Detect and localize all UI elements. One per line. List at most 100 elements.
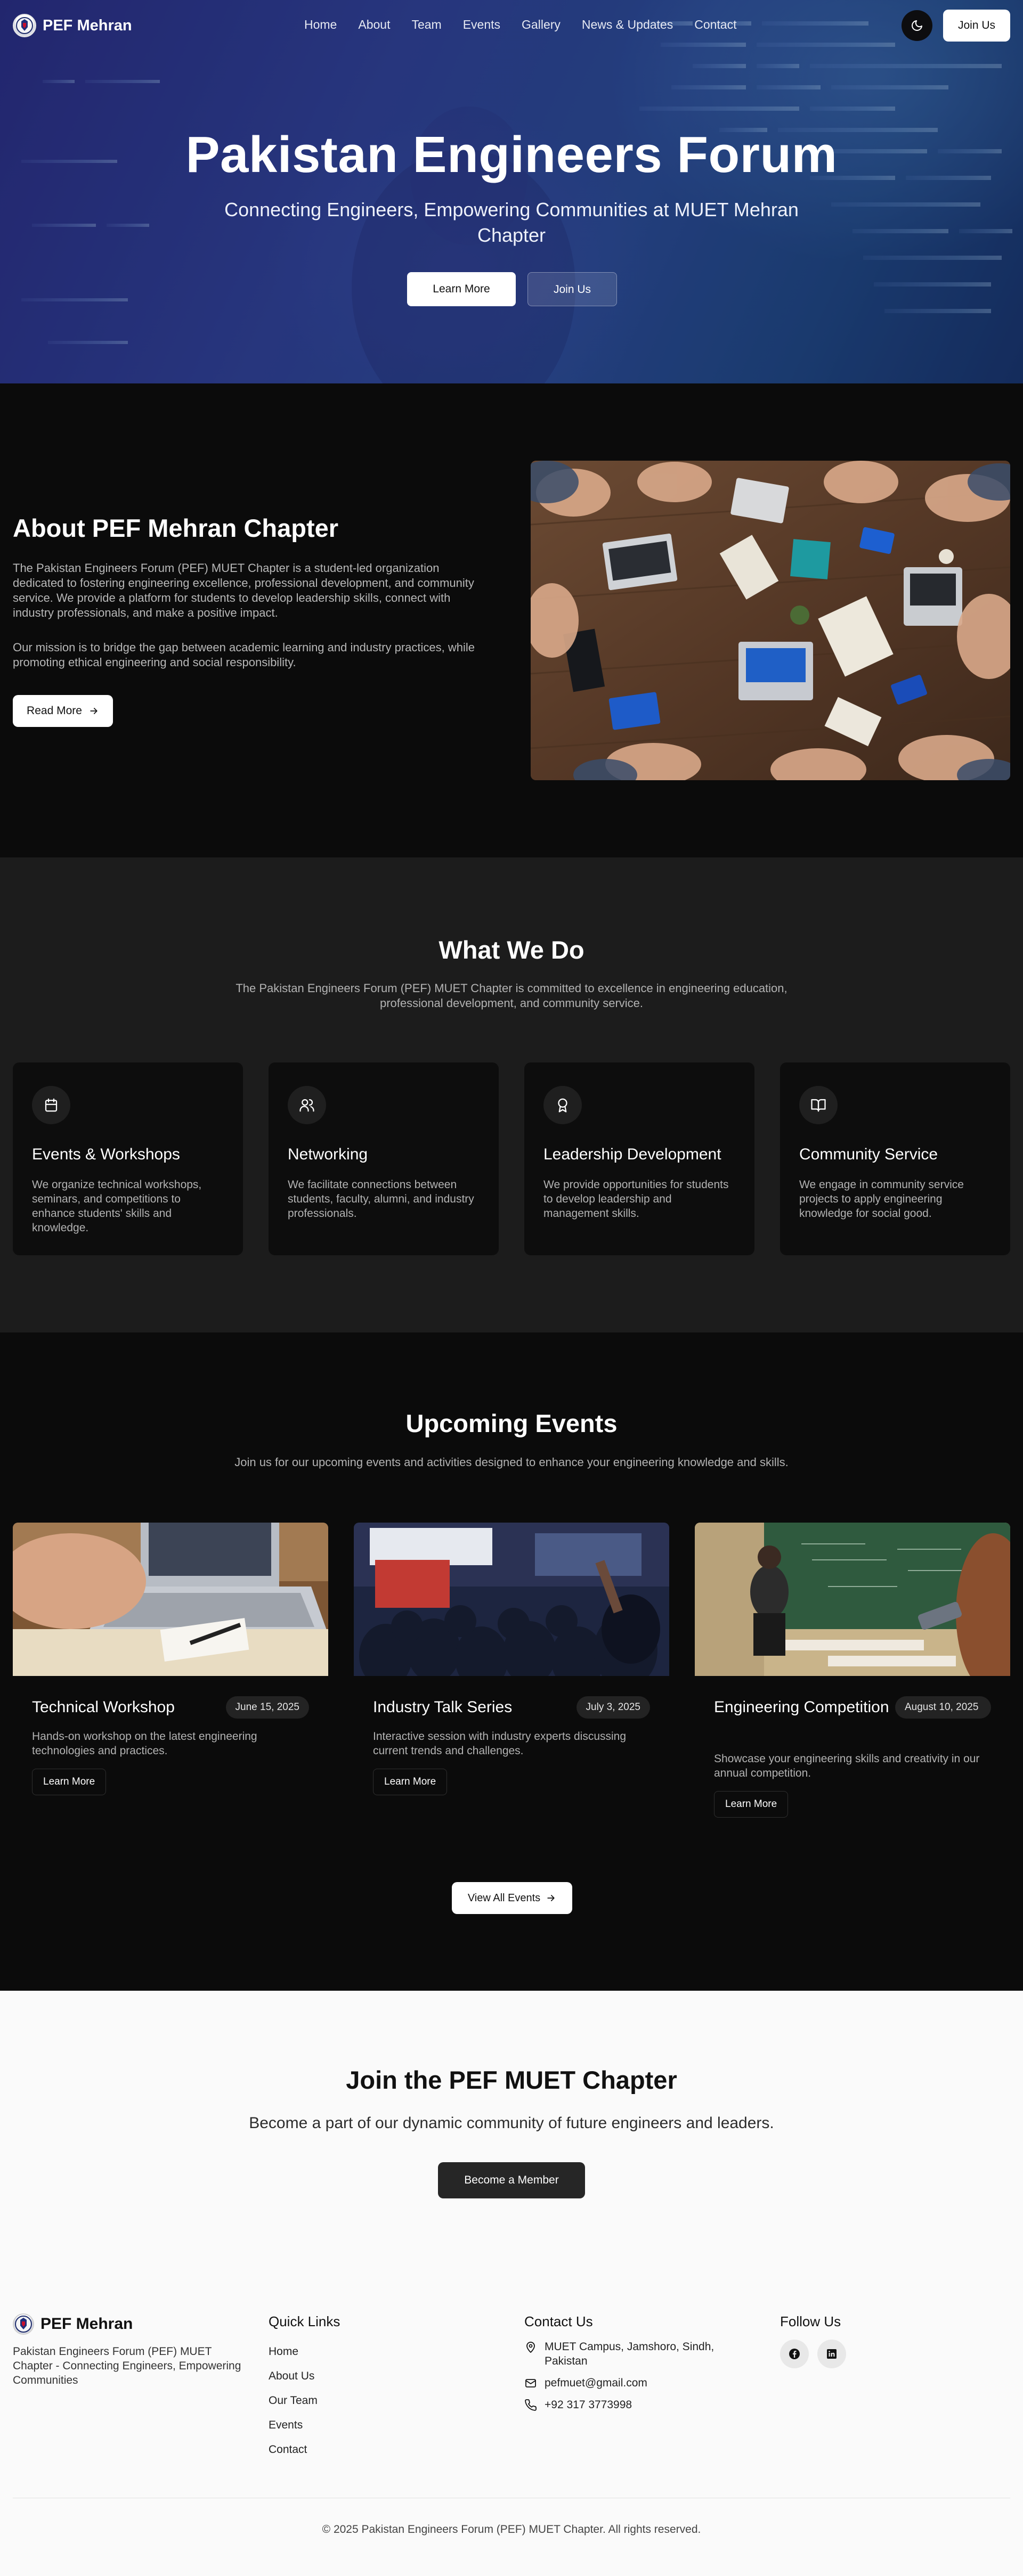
- footer-link-team[interactable]: Our Team: [269, 2389, 340, 2413]
- what-we-do-section: What We Do The Pakistan Engineers Forum …: [0, 857, 1023, 1332]
- hero-overlay: [0, 0, 1023, 383]
- contact-email[interactable]: pefmuet@gmail.com: [524, 2376, 737, 2390]
- site-footer: PEF Mehran Pakistan Engineers Forum (PEF…: [0, 2273, 1023, 2576]
- footer-brand: PEF Mehran Pakistan Engineers Forum (PEF…: [13, 2313, 242, 2387]
- service-card-text: We provide opportunities for students to…: [543, 1179, 729, 1220]
- nav-link-events[interactable]: Events: [463, 18, 500, 32]
- pef-logo: [13, 2313, 34, 2335]
- hero-subtitle: Connecting Engineers, Empowering Communi…: [224, 199, 799, 246]
- address-text: MUET Campus, Jamshoro, Sindh, Pakistan: [545, 2341, 715, 2367]
- contact-phone[interactable]: +92 317 3773998: [524, 2398, 737, 2412]
- linkedin-icon[interactable]: [817, 2340, 846, 2368]
- about-paragraph-1: The Pakistan Engineers Forum (PEF) MUET …: [13, 561, 474, 619]
- event-learn-more-button[interactable]: Learn More: [32, 1769, 107, 1795]
- nav-link-team[interactable]: Team: [411, 18, 441, 32]
- event-image-workshop: [13, 1523, 328, 1676]
- event-image-competition: [695, 1523, 1010, 1676]
- about-section: About PEF Mehran Chapter The Pakistan En…: [0, 383, 1023, 857]
- mail-icon: [525, 2379, 536, 2387]
- event-date-badge: July 3, 2025: [576, 1696, 650, 1719]
- facebook-icon[interactable]: [780, 2340, 809, 2368]
- team-meeting-image: [531, 461, 1010, 780]
- arrow-right-icon: [547, 1895, 555, 1901]
- nav-link-about[interactable]: About: [358, 18, 390, 32]
- pef-logo: [13, 14, 36, 37]
- footer-link-home[interactable]: Home: [269, 2340, 340, 2364]
- event-card-body: Technical Workshop June 15, 2025 Hands-o…: [13, 1676, 328, 1836]
- event-learn-more-button[interactable]: Learn More: [714, 1791, 789, 1818]
- award-icon: [543, 1086, 582, 1124]
- users-icon: [288, 1086, 326, 1124]
- hero-actions: Learn More Join Us: [407, 272, 617, 306]
- event-card-industry-talk: Industry Talk Series July 3, 2025 Intera…: [354, 1523, 669, 1836]
- nav-link-home[interactable]: Home: [304, 18, 337, 32]
- hero-section: Pakistan Engineers Forum Connecting Engi…: [0, 0, 1023, 383]
- event-title: Industry Talk Series: [373, 1698, 513, 1716]
- join-section: Join the PEF MUET Chapter Become a part …: [0, 1991, 1023, 2273]
- nav-actions: Join Us: [901, 10, 1010, 42]
- email-text: pefmuet@gmail.com: [545, 2377, 647, 2389]
- about-paragraph-2: Our mission is to bridge the gap between…: [13, 641, 475, 669]
- event-description: Showcase your engineering skills and cre…: [714, 1753, 980, 1779]
- service-cards: Events & Workshops We organize technical…: [13, 1062, 1010, 1255]
- calendar-icon: [32, 1086, 70, 1124]
- view-all-events-label: View All Events: [467, 1892, 541, 1904]
- service-card-text: We facilitate connections between studen…: [288, 1179, 474, 1220]
- footer-brand-name: PEF Mehran: [40, 2315, 133, 2333]
- service-card-leadership: Leadership Development We provide opport…: [524, 1062, 754, 1255]
- footer-link-about[interactable]: About Us: [269, 2364, 340, 2389]
- brand-name: PEF Mehran: [43, 17, 132, 34]
- service-card-text: We organize technical workshops, seminar…: [32, 1179, 202, 1234]
- learn-more-button[interactable]: Learn More: [407, 272, 516, 306]
- nav-link-news[interactable]: News & Updates: [582, 18, 673, 32]
- brand-link[interactable]: PEF Mehran: [13, 14, 132, 37]
- footer-link-contact[interactable]: Contact: [269, 2438, 340, 2462]
- map-pin-icon: [526, 2342, 535, 2353]
- service-card-title: Networking: [288, 1146, 368, 1163]
- nav-link-contact[interactable]: Contact: [694, 18, 736, 32]
- phone-icon: [525, 2399, 537, 2411]
- upcoming-events-section: Upcoming Events Join us for our upcoming…: [0, 1332, 1023, 1991]
- footer-link-events[interactable]: Events: [269, 2413, 340, 2438]
- event-title: Technical Workshop: [32, 1698, 175, 1716]
- arrow-right-icon: [90, 708, 98, 714]
- join-title: Join the PEF MUET Chapter: [346, 2066, 677, 2094]
- event-card-body: Engineering Competition August 10, 2025 …: [695, 1676, 1010, 1836]
- quick-links-title: Quick Links: [269, 2313, 340, 2329]
- join-subtitle: Become a part of our dynamic community o…: [249, 2114, 774, 2132]
- contact-address: MUET Campus, Jamshoro, Sindh, Pakistan: [524, 2340, 737, 2368]
- service-card-title: Leadership Development: [543, 1146, 721, 1163]
- nav-link-gallery[interactable]: Gallery: [522, 18, 561, 32]
- phone-text: +92 317 3773998: [545, 2399, 632, 2411]
- moon-icon: [912, 20, 922, 31]
- read-more-label: Read More: [27, 705, 82, 717]
- become-member-button[interactable]: Become a Member: [438, 2162, 585, 2198]
- event-title: Engineering Competition: [714, 1698, 889, 1716]
- service-card-events: Events & Workshops We organize technical…: [13, 1062, 243, 1255]
- service-card-text: We engage in community service projects …: [799, 1179, 964, 1220]
- hero-join-button[interactable]: Join Us: [527, 272, 617, 306]
- hero-title: Pakistan Engineers Forum: [185, 126, 838, 183]
- event-card-body: Industry Talk Series July 3, 2025 Intera…: [354, 1676, 669, 1836]
- footer-brand-link[interactable]: PEF Mehran: [13, 2313, 242, 2335]
- event-cards: Technical Workshop June 15, 2025 Hands-o…: [13, 1523, 1010, 1836]
- view-all-events-button[interactable]: View All Events: [452, 1882, 572, 1914]
- event-learn-more-button[interactable]: Learn More: [373, 1769, 448, 1795]
- service-card-networking: Networking We facilitate connections bet…: [269, 1062, 499, 1255]
- nav-join-button[interactable]: Join Us: [943, 10, 1010, 42]
- social-links: [780, 2340, 846, 2368]
- event-card-engineering-competition: Engineering Competition August 10, 2025 …: [695, 1523, 1010, 1836]
- service-card-title: Events & Workshops: [32, 1146, 180, 1163]
- contact-title: Contact Us: [524, 2313, 593, 2329]
- event-description: Hands-on workshop on the latest engineer…: [32, 1730, 257, 1757]
- what-we-do-title: What We Do: [439, 936, 584, 964]
- footer-follow: Follow Us: [780, 2313, 846, 2368]
- events-description: Join us for our upcoming events and acti…: [234, 1455, 789, 1469]
- event-image-talk: [354, 1523, 669, 1676]
- theme-toggle-button[interactable]: [901, 10, 932, 41]
- event-date-badge: August 10, 2025: [895, 1696, 991, 1719]
- service-card-community: Community Service We engage in community…: [780, 1062, 1010, 1255]
- book-open-icon: [799, 1086, 838, 1124]
- read-more-button[interactable]: Read More: [13, 695, 113, 727]
- nav-links: Home About Team Events Gallery News & Up…: [304, 18, 736, 32]
